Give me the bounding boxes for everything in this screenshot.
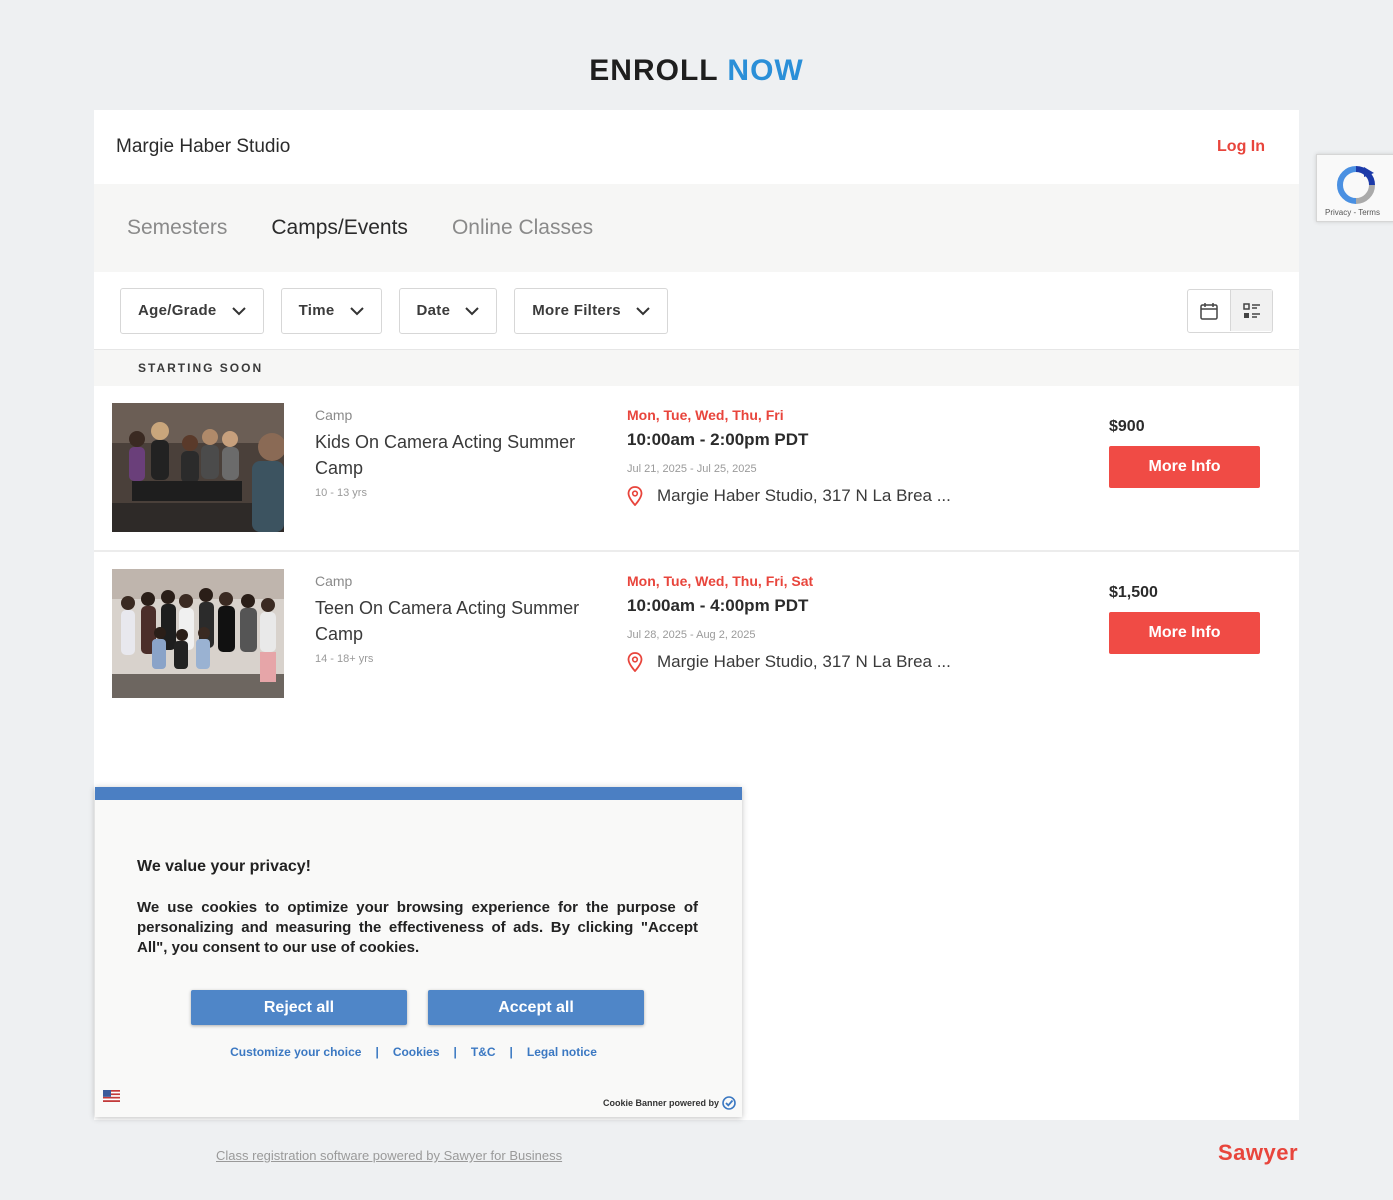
more-info-button[interactable]: More Info bbox=[1109, 446, 1260, 488]
map-pin-icon bbox=[627, 652, 643, 672]
age-grade-filter[interactable]: Age/Grade bbox=[120, 287, 264, 334]
studio-name: Margie Haber Studio bbox=[116, 136, 291, 157]
class-time: 10:00am - 4:00pm PDT bbox=[627, 596, 809, 615]
page-title: ENROLL NOW bbox=[0, 54, 1393, 88]
recaptcha-icon bbox=[1337, 166, 1375, 204]
sawyer-logo[interactable]: Sawyer bbox=[1218, 1140, 1298, 1166]
class-photo bbox=[112, 569, 284, 698]
class-age-range: 10 - 13 yrs bbox=[315, 487, 367, 499]
list-view-button[interactable] bbox=[1230, 290, 1272, 331]
tab-online-classes[interactable]: Online Classes bbox=[452, 216, 593, 240]
class-schedule: Mon, Tue, Wed, Thu, Fri, Sat 10:00am - 4… bbox=[627, 573, 987, 672]
class-category: Camp bbox=[315, 407, 353, 423]
class-time: 10:00am - 2:00pm PDT bbox=[627, 430, 809, 449]
class-thumbnail[interactable] bbox=[112, 403, 284, 532]
class-photo bbox=[112, 403, 284, 532]
accept-all-button[interactable]: Accept all bbox=[428, 990, 644, 1025]
class-dates: Jul 28, 2025 - Aug 2, 2025 bbox=[627, 629, 756, 641]
reject-all-button[interactable]: Reject all bbox=[191, 990, 407, 1025]
class-location-text: Margie Haber Studio, 317 N La Brea ... bbox=[657, 652, 951, 671]
page-title-word2: NOW bbox=[727, 54, 804, 87]
filter-label: Age/Grade bbox=[138, 302, 217, 319]
login-link[interactable]: Log In bbox=[1217, 138, 1265, 156]
class-row: Camp Kids On Camera Acting Summer Camp 1… bbox=[94, 386, 1299, 552]
legal-notice-link[interactable]: Legal notice bbox=[527, 1045, 597, 1059]
class-price: $900 bbox=[1109, 418, 1145, 435]
class-name[interactable]: Teen On Camera Acting Summer Camp bbox=[315, 595, 605, 647]
category-tabs: Semesters Camps/Events Online Classes bbox=[94, 184, 1299, 272]
class-price-column: $1,500 More Info bbox=[1109, 584, 1260, 654]
chevron-down-icon bbox=[349, 306, 364, 315]
filter-label: More Filters bbox=[532, 302, 621, 319]
cookie-banner: We value your privacy! We use cookies to… bbox=[95, 787, 742, 1117]
class-location-text: Margie Haber Studio, 317 N La Brea ... bbox=[657, 486, 951, 505]
customize-choice-link[interactable]: Customize your choice bbox=[230, 1045, 361, 1059]
class-thumbnail[interactable] bbox=[112, 569, 284, 698]
class-days: Mon, Tue, Wed, Thu, Fri, Sat bbox=[627, 573, 814, 589]
cookie-links: Customize your choice | Cookies | T&C | … bbox=[95, 1045, 742, 1059]
tab-semesters[interactable]: Semesters bbox=[127, 216, 227, 240]
cookies-link[interactable]: Cookies bbox=[393, 1045, 440, 1059]
terms-link[interactable]: T&C bbox=[471, 1045, 496, 1059]
recaptcha-privacy-terms[interactable]: Privacy - Terms bbox=[1325, 208, 1380, 217]
tab-camps-events[interactable]: Camps/Events bbox=[271, 216, 408, 240]
chevron-down-icon bbox=[636, 306, 650, 315]
class-price-column: $900 More Info bbox=[1109, 418, 1260, 488]
class-info: Camp Teen On Camera Acting Summer Camp 1… bbox=[315, 573, 605, 665]
link-separator: | bbox=[375, 1045, 379, 1059]
calendar-icon bbox=[1200, 302, 1218, 320]
filter-label: Date bbox=[416, 302, 451, 319]
more-info-button[interactable]: More Info bbox=[1109, 612, 1260, 654]
class-name[interactable]: Kids On Camera Acting Summer Camp bbox=[315, 429, 605, 481]
list-view-icon bbox=[1242, 302, 1260, 318]
section-label-starting-soon: STARTING SOON bbox=[94, 350, 1299, 386]
time-filter[interactable]: Time bbox=[280, 287, 382, 334]
date-filter[interactable]: Date bbox=[398, 287, 498, 334]
class-age-range: 14 - 18+ yrs bbox=[315, 653, 374, 665]
class-location: Margie Haber Studio, 317 N La Brea ... bbox=[627, 652, 987, 672]
widget-header: Margie Haber Studio Log In bbox=[94, 110, 1299, 184]
class-schedule: Mon, Tue, Wed, Thu, Fri 10:00am - 2:00pm… bbox=[627, 407, 987, 506]
cookie-banner-text: We use cookies to optimize your browsing… bbox=[137, 899, 698, 956]
class-price: $1,500 bbox=[1109, 584, 1158, 601]
class-info: Camp Kids On Camera Acting Summer Camp 1… bbox=[315, 407, 605, 499]
filter-bar: Age/Grade Time Date More Filters bbox=[94, 272, 1299, 350]
map-pin-icon bbox=[627, 486, 643, 506]
link-separator: | bbox=[453, 1045, 457, 1059]
class-dates: Jul 21, 2025 - Jul 25, 2025 bbox=[627, 463, 757, 475]
view-toggle bbox=[1187, 289, 1273, 333]
class-row: Camp Teen On Camera Acting Summer Camp 1… bbox=[94, 552, 1299, 718]
powered-by-text: Cookie Banner powered by bbox=[602, 1098, 719, 1108]
chevron-down-icon bbox=[465, 306, 479, 315]
link-separator: | bbox=[509, 1045, 513, 1059]
calendar-view-button[interactable] bbox=[1188, 290, 1230, 331]
chevron-down-icon bbox=[231, 306, 246, 315]
cookie-powered-by: Cookie Banner powered by bbox=[603, 1096, 736, 1110]
shield-check-icon bbox=[722, 1096, 736, 1110]
class-location: Margie Haber Studio, 317 N La Brea ... bbox=[627, 486, 987, 506]
recaptcha-badge[interactable]: Privacy - Terms bbox=[1316, 154, 1393, 222]
cookie-banner-title: We value your privacy! bbox=[137, 858, 311, 875]
us-flag-icon[interactable] bbox=[103, 1090, 120, 1102]
page-title-word1: ENROLL bbox=[589, 54, 719, 87]
class-category: Camp bbox=[315, 573, 353, 589]
class-days: Mon, Tue, Wed, Thu, Fri bbox=[627, 407, 784, 423]
more-filters-button[interactable]: More Filters bbox=[514, 287, 668, 334]
powered-by-sawyer-link[interactable]: Class registration software powered by S… bbox=[216, 1148, 562, 1163]
filter-label: Time bbox=[298, 302, 335, 319]
